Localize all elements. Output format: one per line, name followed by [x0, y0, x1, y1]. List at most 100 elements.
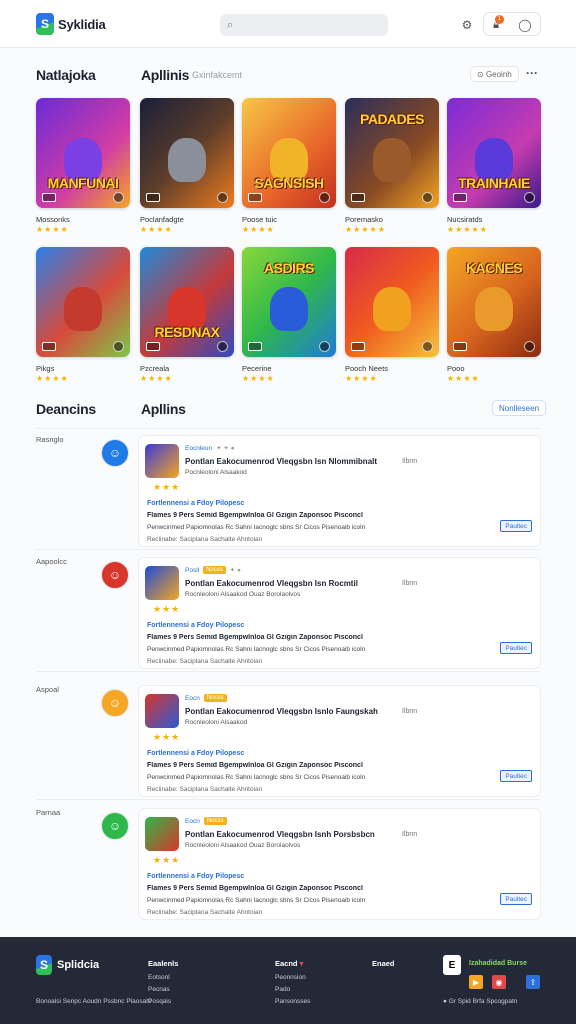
play-icon[interactable] — [524, 341, 535, 352]
review-headline[interactable]: Pontlan Eakocumenrod Vleqgsbn Isnh Porsb… — [185, 830, 375, 839]
review-action-button[interactable]: Paultec — [500, 642, 532, 654]
publisher-link[interactable]: Posll — [185, 567, 199, 574]
review-subheading[interactable]: Fortlennensi a Fdoy Pilopesc — [147, 750, 244, 757]
review-subheading[interactable]: Fortlennensi a Fdoy Pilopesc — [147, 500, 244, 507]
avatar[interactable]: ☺ — [101, 439, 129, 467]
reviews-title: Apllins — [141, 401, 186, 417]
footer: S Splidcia Bonoalsi Senpc Aoudn Pssbnc P… — [0, 937, 576, 1024]
game-name: Pecerine — [242, 364, 272, 373]
platform-icon — [453, 193, 467, 202]
game-card[interactable]: Pikgs ★★★★ — [36, 247, 130, 383]
review-text-line: Flames 9 Pers Semid Bgempwlnloa Gl Gzigi… — [147, 634, 363, 641]
game-thumbnail[interactable] — [145, 694, 179, 728]
review-action-button[interactable]: Paultec — [500, 520, 532, 532]
publisher-link[interactable]: Eocn — [185, 818, 200, 825]
footer-link[interactable]: Pecnas — [148, 986, 178, 993]
game-cover-art — [140, 98, 234, 208]
divider — [36, 671, 541, 672]
review-subheading[interactable]: Fortlennensi a Fdoy Pilopesc — [147, 622, 244, 629]
character-art — [168, 138, 206, 182]
game-card[interactable]: TRAINHAIE Nucsiratds ★★★★★ — [447, 98, 541, 234]
search-bar[interactable]: ⌕ — [220, 14, 388, 36]
footer-logo-icon: S — [36, 955, 52, 975]
footer-link[interactable]: Pansonsses — [275, 998, 310, 1005]
divider — [36, 428, 541, 429]
review-subtitle: Rocnleoloni Alsaakod Ouaz Borolaolvos — [185, 591, 301, 598]
character-art — [373, 138, 411, 182]
game-cover-art: RESDNAX — [140, 247, 234, 357]
game-card[interactable]: Pooch Neets ★★★★ — [345, 247, 439, 383]
review-headline[interactable]: Pontlan Eakocumenrod Vleqgsbn Isnlo Faun… — [185, 707, 378, 716]
divider — [36, 549, 541, 550]
featured-title: Apllinis — [141, 67, 190, 83]
publisher-link[interactable]: Eocn — [185, 695, 200, 702]
featured-subtitle: Gxinfakcemt — [192, 70, 243, 80]
play-icon[interactable] — [422, 192, 433, 203]
filter-dropdown[interactable]: ⊙ Geoinh — [470, 66, 519, 82]
review-headline[interactable]: Pontlan Eakocumenrod Vleqgsbn Isn Nlommi… — [185, 457, 377, 466]
reviews-action-button[interactable]: Nonlleseen — [492, 400, 547, 416]
review-text-line: Penwcinmed Papiomnolas Rc Sahni Iacnoglc… — [147, 524, 366, 531]
game-card[interactable]: ASDIRS Pecerine ★★★★ — [242, 247, 336, 383]
search-input[interactable] — [237, 19, 378, 31]
profile-icon[interactable]: ◯ — [516, 14, 534, 36]
play-icon[interactable] — [217, 341, 228, 352]
play-icon[interactable] — [319, 341, 330, 352]
review-subtitle: Rocnleoloni Alsaakod — [185, 719, 248, 726]
avatar[interactable]: ☺ — [101, 561, 129, 589]
dropdown-icon: ▾ — [299, 959, 304, 968]
game-name: Nucsiratds — [447, 215, 483, 224]
game-name: Pooch Neets — [345, 364, 388, 373]
footer-copyright: Bonoalsi Senpc Aoudn Pssbnc Plaosats — [36, 998, 152, 1005]
platform-icon — [351, 193, 365, 202]
review-row-label: Parnaa — [36, 808, 61, 817]
play-icon[interactable] — [113, 341, 124, 352]
footer-link[interactable]: Eotsonl — [148, 974, 178, 981]
store-badge[interactable]: E — [443, 955, 461, 975]
review-action-button[interactable]: Paultec — [500, 770, 532, 782]
footer-link[interactable]: Pado — [275, 986, 310, 993]
game-thumbnail[interactable] — [145, 444, 179, 478]
review-action-button[interactable]: Paultec — [500, 893, 532, 905]
game-thumbnail[interactable] — [145, 817, 179, 851]
footer-link[interactable]: Peonnsion — [275, 974, 310, 981]
game-thumbnail[interactable] — [145, 566, 179, 600]
footer-column-heading: Enaed — [372, 959, 395, 968]
game-card[interactable]: RESDNAX Pzcreala ★★★★ — [140, 247, 234, 383]
game-card[interactable]: MANFUNAI Mossonks ★★★★ — [36, 98, 130, 234]
game-card[interactable]: SAGNSISH Poose tuic ★★★★ — [242, 98, 336, 234]
brand-logo[interactable]: S Syklidia — [36, 13, 106, 35]
play-icon[interactable] — [524, 192, 535, 203]
play-icon[interactable] — [113, 192, 124, 203]
review-side-label: Ilbnn — [402, 458, 418, 465]
settings-icon[interactable]: ⚙ — [459, 14, 475, 36]
game-cover-art: TRAINHAIE — [447, 98, 541, 208]
more-options-icon[interactable]: ··· — [526, 66, 538, 80]
play-icon[interactable] — [319, 192, 330, 203]
game-card[interactable]: Poclanfadgte ★★★★ — [140, 98, 234, 234]
play-icon[interactable] — [422, 341, 433, 352]
rating-stars: ★★★★ — [36, 374, 69, 383]
play-icon[interactable] — [217, 192, 228, 203]
publisher-link[interactable]: Eocnleun — [185, 445, 212, 452]
game-name: Poremasko — [345, 215, 383, 224]
brand-name: Syklidia — [58, 16, 106, 32]
play-icon[interactable]: ▶ — [469, 975, 483, 989]
review-text-line: Reclinabe: Saciplana Sachalte Ahntoian — [147, 909, 263, 916]
review-headline[interactable]: Pontlan Eakocumenrod Vleqgsbn Isn Rocmti… — [185, 579, 358, 588]
game-card[interactable]: KACNES Pooo ★★★★ — [447, 247, 541, 383]
game-card[interactable]: PADADES Poremasko ★★★★★ — [345, 98, 439, 234]
avatar[interactable]: ☺ — [101, 689, 129, 717]
review-text-line: Reclinabe: Saciplana Sachalte Ahntoian — [147, 786, 263, 793]
game-icon[interactable]: ◉ — [492, 975, 506, 989]
notification-icon[interactable]: 🔒︎ 1 — [488, 14, 504, 36]
share-icon[interactable]: ⇪ — [526, 975, 540, 989]
review-card: Eocn Nocss Pontlan Eakocumenrod Vleqgsbn I… — [138, 685, 541, 797]
footer-logo[interactable]: S Splidcia — [36, 955, 99, 975]
footer-link[interactable]: Posqais — [148, 998, 178, 1005]
game-cover-art: MANFUNAI — [36, 98, 130, 208]
reviews-left-title: Deancins — [36, 401, 96, 417]
avatar[interactable]: ☺ — [101, 812, 129, 840]
divider — [36, 799, 541, 800]
review-subheading[interactable]: Fortlennensi a Fdoy Pilopesc — [147, 873, 244, 880]
